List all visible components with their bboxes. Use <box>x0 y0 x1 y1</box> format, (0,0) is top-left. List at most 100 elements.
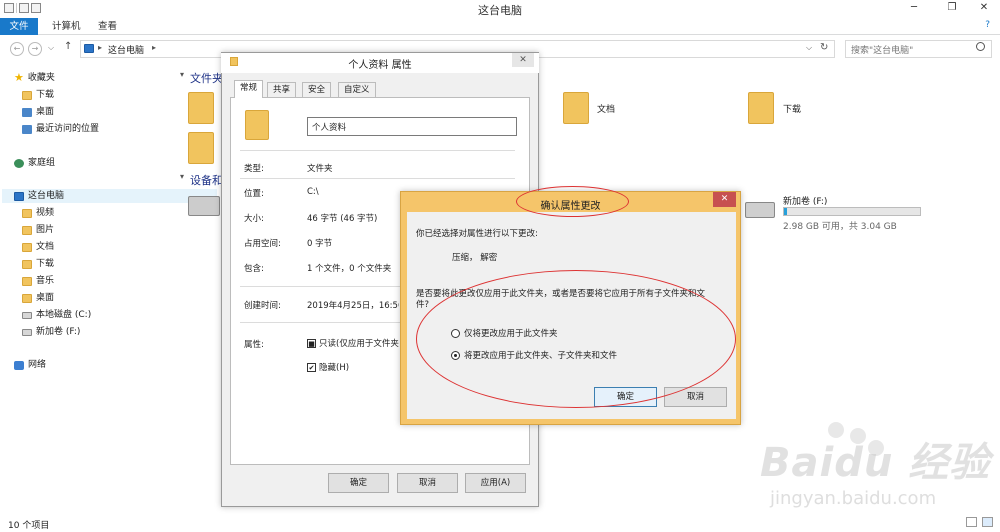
nav-label: 下载 <box>36 259 55 269</box>
tab-view[interactable]: 查看 <box>88 18 127 35</box>
contains-label: 包含: <box>244 264 264 274</box>
nav-label: 本地磁盘 (C:) <box>36 310 92 320</box>
local-disk-icon[interactable] <box>188 196 220 216</box>
drive-icon[interactable] <box>745 202 775 218</box>
nav-item-drive-f[interactable]: 新加卷 (F:) <box>22 324 80 340</box>
divider <box>240 178 515 179</box>
videos-folder-icon[interactable] <box>188 92 214 124</box>
nav-label: 家庭组 <box>28 158 56 168</box>
details-view-icon[interactable] <box>966 517 977 527</box>
tab-general[interactable]: 常规 <box>234 80 264 98</box>
nav-label: 最近访问的位置 <box>36 124 100 134</box>
location-value: C:\ <box>307 187 319 197</box>
section-devices-header[interactable]: 设备和 <box>190 172 223 188</box>
star-icon: ★ <box>14 71 24 84</box>
created-label: 创建时间: <box>244 301 281 311</box>
properties-ok-button[interactable]: 确定 <box>328 473 389 493</box>
drive-space-info: 2.98 GB 可用，共 3.04 GB <box>783 222 897 232</box>
section-collapse-icon[interactable]: ▾ <box>180 172 184 181</box>
nav-item-downloads[interactable]: 下载 <box>22 87 54 103</box>
large-icons-view-icon[interactable] <box>982 517 993 527</box>
readonly-checkbox[interactable]: ■ 只读(仅应用于文件夹 <box>307 337 401 349</box>
breadcrumb[interactable]: 这台电脑 <box>108 43 144 56</box>
refresh-icon[interactable]: ↻ <box>820 42 828 53</box>
size-on-disk-value: 0 字节 <box>307 239 333 249</box>
nav-label: 新加卷 (F:) <box>36 327 81 337</box>
created-value: 2019年4月25日，16:56 <box>307 301 399 311</box>
folder-label[interactable]: 文档 <box>597 102 615 115</box>
homegroup-icon <box>14 158 24 168</box>
section-folders-header[interactable]: 文件夹 <box>190 70 223 86</box>
up-button[interactable]: ↑ <box>64 41 72 52</box>
breadcrumb-arrow-icon[interactable]: ▸ <box>152 43 156 52</box>
type-label: 类型: <box>244 164 264 174</box>
nav-item-downloads-pc[interactable]: 下载 <box>22 256 54 272</box>
size-label: 大小: <box>244 214 264 224</box>
tab-computer[interactable]: 计算机 <box>42 18 91 35</box>
address-dropdown-icon[interactable]: ⌵ <box>806 43 812 53</box>
properties-cancel-button[interactable]: 取消 <box>397 473 458 493</box>
local-disk-icon <box>22 311 32 319</box>
drive-usage-fill <box>784 208 787 215</box>
annotation-ellipse <box>516 186 629 217</box>
restore-button[interactable]: ❐ <box>940 0 964 16</box>
download-folder-icon[interactable] <box>748 92 774 124</box>
tab-sharing[interactable]: 共享 <box>267 82 297 97</box>
nav-label: 下载 <box>36 90 55 100</box>
nav-item-music[interactable]: 音乐 <box>22 273 54 289</box>
section-collapse-icon[interactable]: ▾ <box>180 70 184 79</box>
nav-network[interactable]: 网络 <box>14 357 46 373</box>
search-icon[interactable] <box>976 42 985 51</box>
close-button[interactable]: ✕ <box>972 0 996 16</box>
recent-locations-icon[interactable]: ⌵ <box>48 43 54 53</box>
help-icon[interactable]: ? <box>985 20 990 30</box>
nav-item-pictures[interactable]: 图片 <box>22 222 54 238</box>
documents-folder-icon <box>22 242 32 252</box>
ribbon-tabs <box>0 18 1000 35</box>
nav-item-recent[interactable]: 最近访问的位置 <box>22 121 99 137</box>
tab-security[interactable]: 安全 <box>302 82 332 97</box>
nav-item-drive-c[interactable]: 本地磁盘 (C:) <box>22 307 91 323</box>
videos-folder-icon <box>22 208 32 218</box>
nav-label: 视频 <box>36 208 55 218</box>
nav-label: 音乐 <box>36 276 55 286</box>
folder-label[interactable]: 下载 <box>783 102 801 115</box>
nav-item-desktop[interactable]: 桌面 <box>22 104 54 120</box>
download-folder-icon <box>22 90 32 100</box>
properties-title: 个人资料 属性 <box>348 60 412 71</box>
nav-item-desktop-pc[interactable]: 桌面 <box>22 290 54 306</box>
minimize-button[interactable]: ─ <box>902 0 926 16</box>
breadcrumb-arrow-icon[interactable]: ▸ <box>98 43 102 52</box>
computer-icon <box>14 191 24 201</box>
music-folder-icon[interactable] <box>188 132 214 164</box>
tab-customize[interactable]: 自定义 <box>338 82 376 97</box>
properties-close-button[interactable]: ✕ <box>512 53 534 67</box>
nav-favorites[interactable]: ★ 收藏夹 <box>14 70 55 86</box>
tab-file[interactable]: 文件 <box>0 18 38 35</box>
nav-item-videos[interactable]: 视频 <box>22 205 54 221</box>
music-folder-icon <box>22 276 32 286</box>
nav-label: 文档 <box>36 242 55 252</box>
size-value: 46 字节 (46 字节) <box>307 214 378 224</box>
folder-name-input[interactable]: 个人资料 <box>307 117 517 136</box>
documents-folder-icon[interactable] <box>563 92 589 124</box>
desktop-folder-icon <box>22 293 32 303</box>
nav-label: 收藏夹 <box>27 73 55 83</box>
hidden-label: 隐藏(H) <box>319 363 350 373</box>
back-button[interactable]: ← <box>10 42 24 56</box>
nav-item-documents[interactable]: 文档 <box>22 239 54 255</box>
hidden-checkbox[interactable]: ✔ 隐藏(H) <box>307 361 349 373</box>
type-value: 文件夹 <box>307 164 333 174</box>
baidu-watermark-logo: Baidu 经验 <box>760 440 991 486</box>
drive-name[interactable]: 新加卷 (F:) <box>783 194 827 207</box>
attributes-label: 属性: <box>244 340 264 350</box>
nav-homegroup[interactable]: 家庭组 <box>14 155 55 171</box>
search-placeholder: 搜索"这台电脑" <box>851 46 914 56</box>
nav-thispc[interactable]: 这台电脑 <box>14 188 64 204</box>
apply-button[interactable]: 应用(A) <box>465 473 526 493</box>
forward-button[interactable]: → <box>28 42 42 56</box>
nav-label: 图片 <box>36 225 55 235</box>
contains-value: 1 个文件，0 个文件夹 <box>307 264 392 274</box>
folder-icon <box>245 110 269 140</box>
confirm-close-button[interactable]: ✕ <box>713 192 736 207</box>
